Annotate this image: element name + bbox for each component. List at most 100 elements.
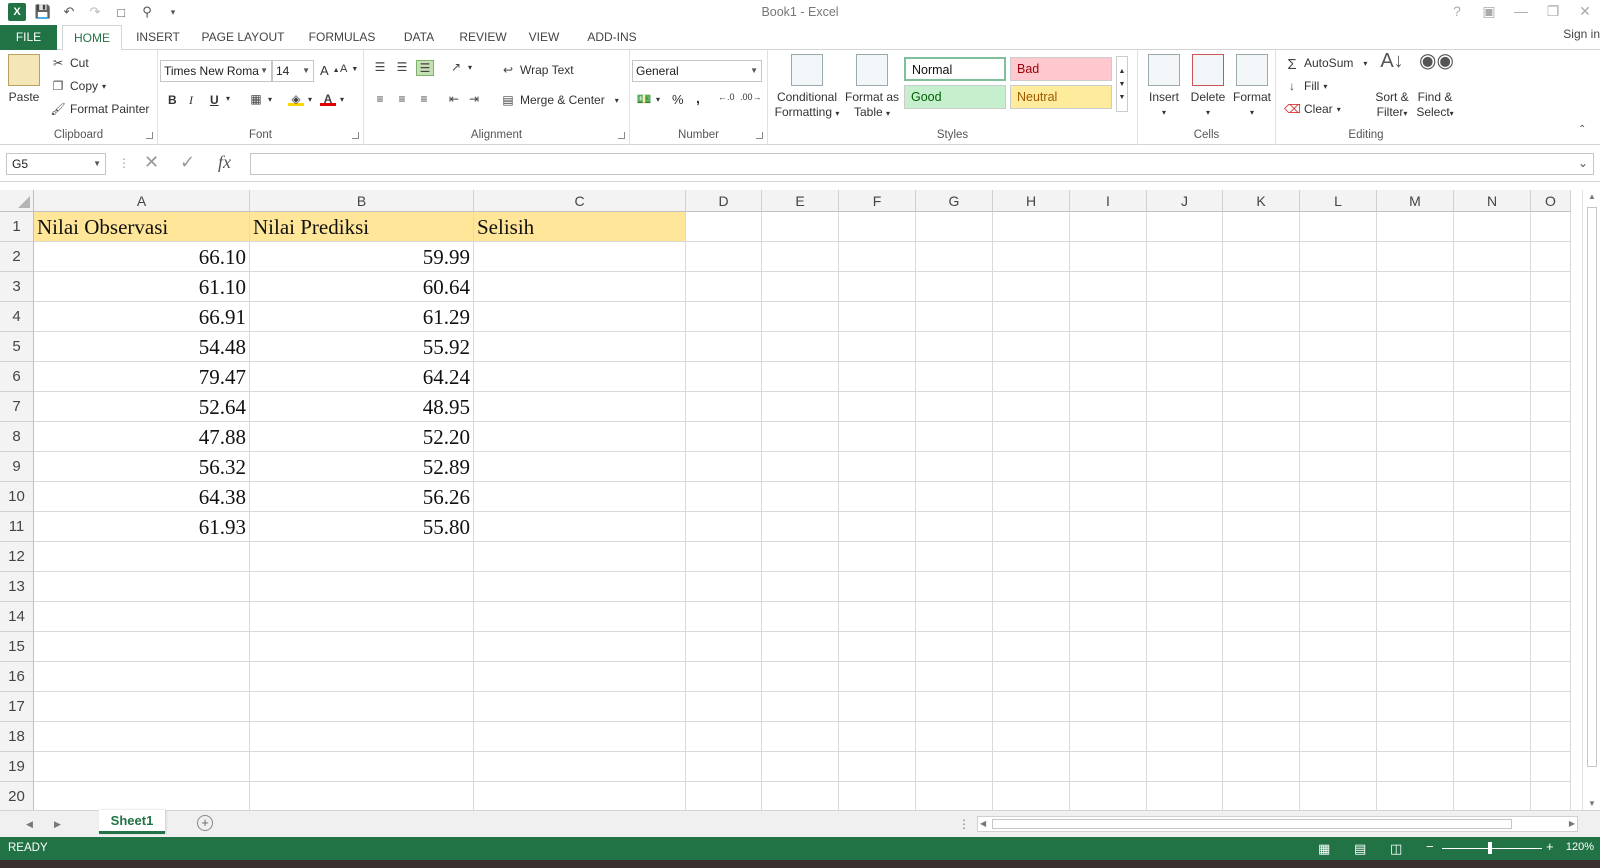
underline-dropdown-icon[interactable]: ▾ bbox=[226, 94, 230, 103]
cell-j2[interactable] bbox=[1147, 242, 1223, 272]
cell-b16[interactable] bbox=[250, 662, 474, 692]
cell-k11[interactable] bbox=[1223, 512, 1300, 542]
cell-g3[interactable] bbox=[916, 272, 993, 302]
expand-formula-bar-icon[interactable]: ⌄ bbox=[1578, 156, 1588, 170]
cell-h2[interactable] bbox=[993, 242, 1070, 272]
cell-b15[interactable] bbox=[250, 632, 474, 662]
cell-n3[interactable] bbox=[1454, 272, 1531, 302]
cell-o16[interactable] bbox=[1531, 662, 1571, 692]
cell-h13[interactable] bbox=[993, 572, 1070, 602]
clipboard-launcher-icon[interactable] bbox=[146, 132, 153, 139]
cell-a7[interactable]: 52.64 bbox=[34, 392, 250, 422]
copy-button[interactable]: ❐ Copy ▾ bbox=[50, 79, 106, 93]
cell-g18[interactable] bbox=[916, 722, 993, 752]
cell-e2[interactable] bbox=[762, 242, 839, 272]
cell-a5[interactable]: 54.48 bbox=[34, 332, 250, 362]
center-button[interactable]: ≡ bbox=[394, 92, 410, 106]
cell-k10[interactable] bbox=[1223, 482, 1300, 512]
cell-j1[interactable] bbox=[1147, 212, 1223, 242]
cell-a18[interactable] bbox=[34, 722, 250, 752]
cell-f7[interactable] bbox=[839, 392, 916, 422]
fill-color-button[interactable]: ◈ ▾ bbox=[288, 92, 312, 106]
cell-h16[interactable] bbox=[993, 662, 1070, 692]
cell-e3[interactable] bbox=[762, 272, 839, 302]
cell-o20[interactable] bbox=[1531, 782, 1571, 810]
cell-g4[interactable] bbox=[916, 302, 993, 332]
cell-l20[interactable] bbox=[1300, 782, 1377, 810]
cell-k6[interactable] bbox=[1223, 362, 1300, 392]
decrease-decimal-button[interactable]: .00→ bbox=[740, 92, 762, 102]
cell-e16[interactable] bbox=[762, 662, 839, 692]
cell-m9[interactable] bbox=[1377, 452, 1454, 482]
increase-decimal-button[interactable]: ←.0 bbox=[718, 92, 735, 102]
cell-e6[interactable] bbox=[762, 362, 839, 392]
cell-i12[interactable] bbox=[1070, 542, 1147, 572]
decrease-indent-button[interactable]: ⇤ bbox=[446, 92, 462, 106]
cell-c17[interactable] bbox=[474, 692, 686, 722]
cell-e19[interactable] bbox=[762, 752, 839, 782]
column-header-a[interactable]: A bbox=[34, 190, 250, 212]
row-header-18[interactable]: 18 bbox=[0, 722, 34, 752]
cell-i6[interactable] bbox=[1070, 362, 1147, 392]
cell-i15[interactable] bbox=[1070, 632, 1147, 662]
cell-g1[interactable] bbox=[916, 212, 993, 242]
cell-f9[interactable] bbox=[839, 452, 916, 482]
cell-l5[interactable] bbox=[1300, 332, 1377, 362]
cell-f10[interactable] bbox=[839, 482, 916, 512]
select-all-button[interactable] bbox=[0, 190, 34, 212]
column-header-k[interactable]: K bbox=[1223, 190, 1300, 212]
cell-a12[interactable] bbox=[34, 542, 250, 572]
cell-k16[interactable] bbox=[1223, 662, 1300, 692]
cell-o8[interactable] bbox=[1531, 422, 1571, 452]
cell-b8[interactable]: 52.20 bbox=[250, 422, 474, 452]
cell-j20[interactable] bbox=[1147, 782, 1223, 810]
cell-l10[interactable] bbox=[1300, 482, 1377, 512]
column-header-j[interactable]: J bbox=[1147, 190, 1223, 212]
insert-function-button[interactable]: fx bbox=[218, 152, 231, 173]
cell-i18[interactable] bbox=[1070, 722, 1147, 752]
cell-m14[interactable] bbox=[1377, 602, 1454, 632]
alignment-launcher-icon[interactable] bbox=[618, 132, 625, 139]
cell-h14[interactable] bbox=[993, 602, 1070, 632]
cell-l8[interactable] bbox=[1300, 422, 1377, 452]
comma-button[interactable]: , bbox=[696, 90, 700, 106]
cell-m3[interactable] bbox=[1377, 272, 1454, 302]
cell-m8[interactable] bbox=[1377, 422, 1454, 452]
cell-n9[interactable] bbox=[1454, 452, 1531, 482]
worksheet-grid[interactable]: A B C D E F G H I J K L M N O 1 Nilai Observasi Nilai Pre… bbox=[0, 190, 1582, 810]
cell-d18[interactable] bbox=[686, 722, 762, 752]
column-header-i[interactable]: I bbox=[1070, 190, 1147, 212]
cell-g7[interactable] bbox=[916, 392, 993, 422]
cell-h12[interactable] bbox=[993, 542, 1070, 572]
cell-e11[interactable] bbox=[762, 512, 839, 542]
cell-c4[interactable] bbox=[474, 302, 686, 332]
cell-i11[interactable] bbox=[1070, 512, 1147, 542]
row-header-17[interactable]: 17 bbox=[0, 692, 34, 722]
cell-d13[interactable] bbox=[686, 572, 762, 602]
row-header-13[interactable]: 13 bbox=[0, 572, 34, 602]
cell-b12[interactable] bbox=[250, 542, 474, 572]
formula-input[interactable] bbox=[250, 153, 1594, 175]
cell-h4[interactable] bbox=[993, 302, 1070, 332]
cell-f2[interactable] bbox=[839, 242, 916, 272]
cell-i20[interactable] bbox=[1070, 782, 1147, 810]
cell-a8[interactable]: 47.88 bbox=[34, 422, 250, 452]
cell-c15[interactable] bbox=[474, 632, 686, 662]
cell-i1[interactable] bbox=[1070, 212, 1147, 242]
row-header-2[interactable]: 2 bbox=[0, 242, 34, 272]
cell-l1[interactable] bbox=[1300, 212, 1377, 242]
format-painter-button[interactable]: 🖌 Format Painter bbox=[50, 102, 149, 116]
cell-h20[interactable] bbox=[993, 782, 1070, 810]
cell-d4[interactable] bbox=[686, 302, 762, 332]
column-header-d[interactable]: D bbox=[686, 190, 762, 212]
cell-o11[interactable] bbox=[1531, 512, 1571, 542]
cell-h1[interactable] bbox=[993, 212, 1070, 242]
cell-e5[interactable] bbox=[762, 332, 839, 362]
cell-d6[interactable] bbox=[686, 362, 762, 392]
cell-g9[interactable] bbox=[916, 452, 993, 482]
cell-f14[interactable] bbox=[839, 602, 916, 632]
cell-j4[interactable] bbox=[1147, 302, 1223, 332]
scroll-left-icon[interactable]: ◀ bbox=[980, 819, 986, 828]
column-header-f[interactable]: F bbox=[839, 190, 916, 212]
cell-a11[interactable]: 61.93 bbox=[34, 512, 250, 542]
